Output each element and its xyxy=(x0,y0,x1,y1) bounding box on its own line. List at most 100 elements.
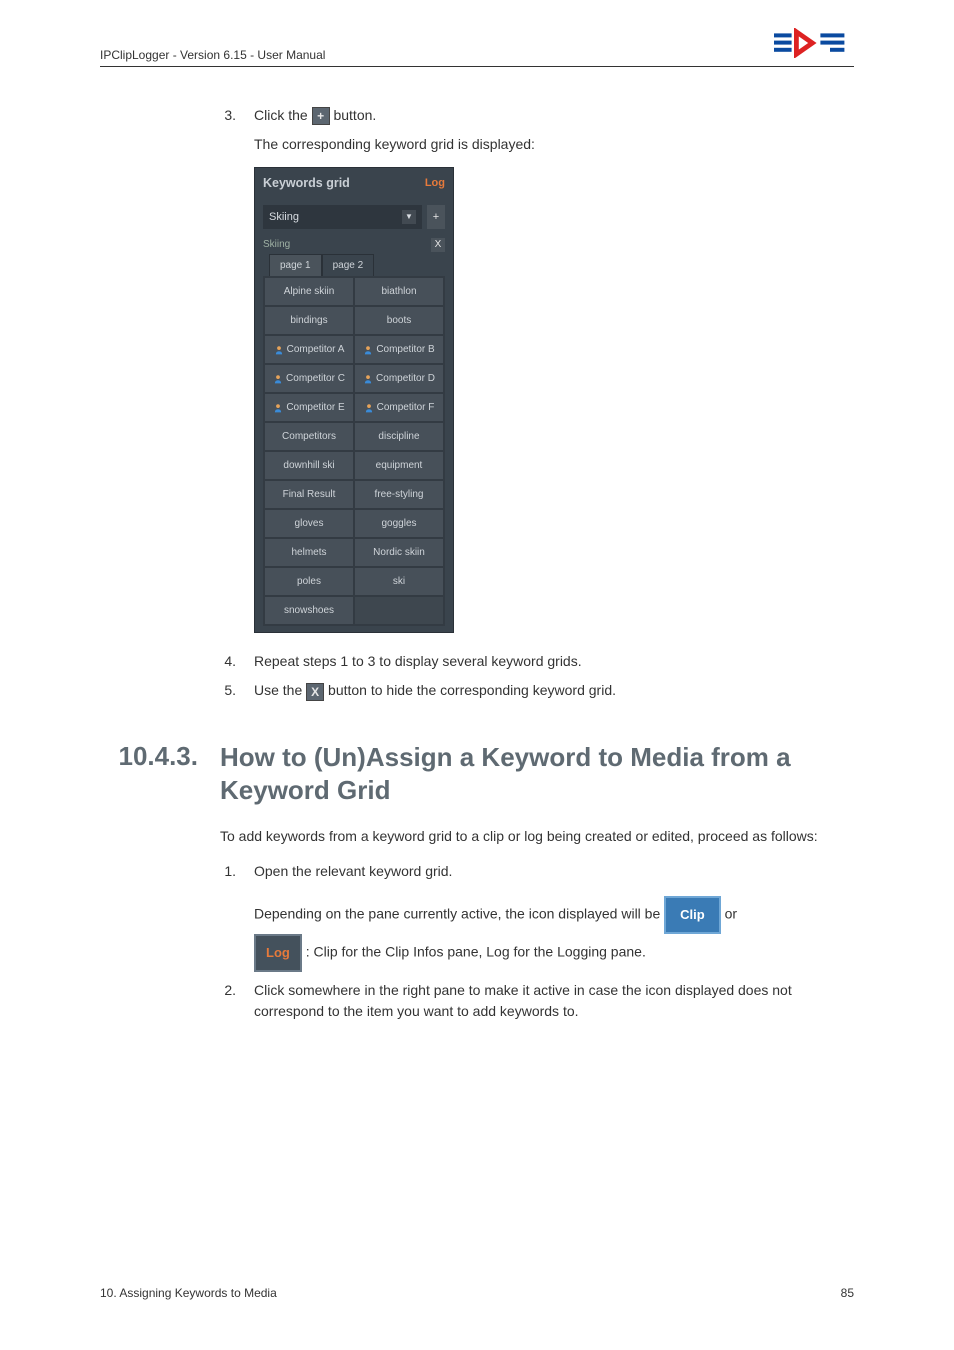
page-header: IPClipLogger - Version 6.15 - User Manua… xyxy=(100,48,854,67)
person-icon xyxy=(273,403,283,413)
keyword-label: snowshoes xyxy=(284,603,334,618)
depending-before: Depending on the pane currently active, … xyxy=(254,906,664,922)
keyword-cell[interactable]: gloves xyxy=(264,509,354,538)
step-text-before: Use the xyxy=(254,682,306,698)
grid-select-value: Skiing xyxy=(269,209,299,226)
keyword-label: helmets xyxy=(291,545,326,560)
keyword-label: downhill ski xyxy=(283,458,334,473)
doc-title: IPClipLogger - Version 6.15 - User Manua… xyxy=(100,48,325,62)
step-text-before: Click the xyxy=(254,107,312,123)
depending-after: : Clip for the Clip Infos pane, Log for … xyxy=(306,944,646,960)
keyword-table: Alpine skiin biathlon bindings boots Competi… xyxy=(263,276,445,626)
keyword-cell[interactable]: free-styling xyxy=(354,480,444,509)
step-text: Open the relevant keyword grid. xyxy=(254,861,854,882)
keyword-cell[interactable]: Final Result xyxy=(264,480,354,509)
person-icon xyxy=(363,345,373,355)
keyword-cell[interactable]: helmets xyxy=(264,538,354,567)
step-text-after: button to hide the corresponding keyword… xyxy=(328,682,616,698)
step-3: 3. Click the + button. The corresponding… xyxy=(220,105,854,633)
step-number: 4. xyxy=(220,651,236,672)
keyword-label: Competitors xyxy=(282,429,336,444)
keyword-cell xyxy=(354,596,444,625)
keyword-label: Competitor D xyxy=(376,371,435,386)
keyword-cell[interactable]: bindings xyxy=(264,306,354,335)
step-a: 1. Open the relevant keyword grid. Depen… xyxy=(220,861,854,972)
keyword-label: free-styling xyxy=(375,487,424,502)
step-number: 2. xyxy=(220,980,236,1022)
keyword-label: Alpine skiin xyxy=(284,284,335,299)
keyword-label: Competitor F xyxy=(377,400,435,415)
keyword-cell[interactable]: Nordic skiin xyxy=(354,538,444,567)
keyword-label: Final Result xyxy=(283,487,336,502)
step-number: 5. xyxy=(220,680,236,701)
chevron-down-icon: ▼ xyxy=(402,210,416,224)
log-label: Log xyxy=(425,175,445,192)
tab-page-1[interactable]: page 1 xyxy=(269,254,322,276)
panel-title: Keywords grid xyxy=(263,174,350,193)
keyword-cell[interactable]: boots xyxy=(354,306,444,335)
clip-badge: Clip xyxy=(664,896,721,934)
keyword-label: Competitor B xyxy=(376,342,434,357)
keyword-label: biathlon xyxy=(381,284,416,299)
evs-logo xyxy=(774,28,854,63)
step-subtext: The corresponding keyword grid is displa… xyxy=(254,134,854,155)
keyword-label: Competitor C xyxy=(286,371,345,386)
keyword-cell[interactable]: Competitors xyxy=(264,422,354,451)
keyword-cell[interactable]: Competitor B xyxy=(354,335,444,364)
keyword-label: Competitor E xyxy=(286,400,344,415)
step-4: 4. Repeat steps 1 to 3 to display severa… xyxy=(220,651,854,672)
section-heading: 10.4.3. How to (Un)Assign a Keyword to M… xyxy=(102,741,854,806)
footer-page-number: 85 xyxy=(841,1286,854,1300)
keyword-cell[interactable]: goggles xyxy=(354,509,444,538)
keyword-cell[interactable]: Competitor A xyxy=(264,335,354,364)
step-text: Repeat steps 1 to 3 to display several k… xyxy=(254,651,854,672)
grid-select[interactable]: Skiing ▼ xyxy=(263,205,422,230)
section-title: How to (Un)Assign a Keyword to Media fro… xyxy=(220,741,854,806)
keyword-label: boots xyxy=(387,313,411,328)
keyword-cell[interactable]: discipline xyxy=(354,422,444,451)
person-icon xyxy=(273,374,283,384)
keyword-label: bindings xyxy=(290,313,327,328)
keyword-label: equipment xyxy=(376,458,423,473)
tab-page-2[interactable]: page 2 xyxy=(322,254,375,276)
depending-mid: or xyxy=(725,906,737,922)
keywords-grid-panel: Keywords grid Log Skiing ▼ + Skiing X pa… xyxy=(254,167,454,633)
step-number: 3. xyxy=(220,105,236,633)
log-badge: Log xyxy=(254,934,302,972)
add-grid-button[interactable]: + xyxy=(427,205,445,230)
plus-icon: + xyxy=(312,107,330,125)
keyword-cell[interactable]: Competitor F xyxy=(354,393,444,422)
keyword-label: discipline xyxy=(378,429,419,444)
keyword-cell[interactable]: equipment xyxy=(354,451,444,480)
intro-paragraph: To add keywords from a keyword grid to a… xyxy=(220,826,854,847)
section-number: 10.4.3. xyxy=(102,741,198,806)
step-text-after: button. xyxy=(333,107,376,123)
keyword-label: poles xyxy=(297,574,321,589)
person-icon xyxy=(363,374,373,384)
footer-left: 10. Assigning Keywords to Media xyxy=(100,1286,277,1300)
keyword-cell[interactable]: snowshoes xyxy=(264,596,354,625)
keyword-cell[interactable]: Competitor E xyxy=(264,393,354,422)
step-text: Click somewhere in the right pane to mak… xyxy=(254,980,854,1022)
keyword-label: goggles xyxy=(381,516,416,531)
step-number: 1. xyxy=(220,861,236,972)
close-x-icon: X xyxy=(306,683,324,701)
keyword-label: gloves xyxy=(295,516,324,531)
keyword-cell[interactable]: Alpine skiin xyxy=(264,277,354,306)
keyword-label: Nordic skiin xyxy=(373,545,425,560)
grid-name: Skiing xyxy=(263,237,290,252)
keyword-cell[interactable]: Competitor C xyxy=(264,364,354,393)
step-5: 5. Use the X button to hide the correspo… xyxy=(220,680,854,701)
page-footer: 10. Assigning Keywords to Media 85 xyxy=(100,1286,854,1300)
close-grid-button[interactable]: X xyxy=(431,238,445,252)
person-icon xyxy=(274,345,284,355)
keyword-cell[interactable]: downhill ski xyxy=(264,451,354,480)
keyword-label: ski xyxy=(393,574,405,589)
step-b: 2. Click somewhere in the right pane to … xyxy=(220,980,854,1022)
person-icon xyxy=(364,403,374,413)
keyword-label: Competitor A xyxy=(287,342,345,357)
keyword-cell[interactable]: Competitor D xyxy=(354,364,444,393)
keyword-cell[interactable]: poles xyxy=(264,567,354,596)
keyword-cell[interactable]: ski xyxy=(354,567,444,596)
keyword-cell[interactable]: biathlon xyxy=(354,277,444,306)
